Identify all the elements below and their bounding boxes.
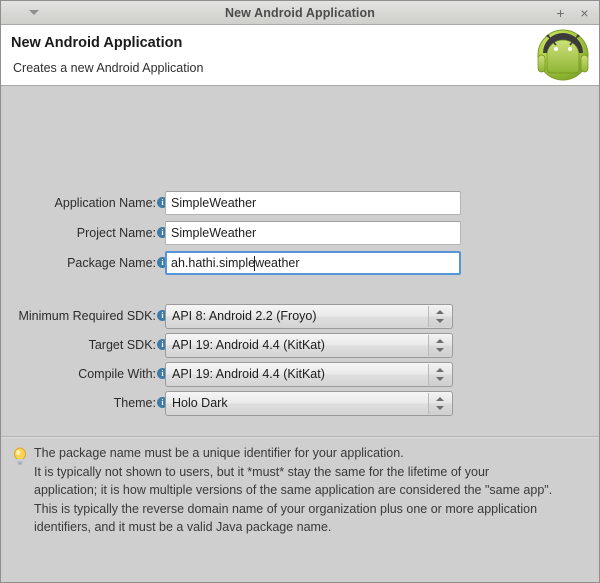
project-name-label: Project Name:	[76, 226, 156, 240]
package-name-input[interactable]	[165, 251, 461, 275]
spinner-arrows[interactable]	[428, 393, 451, 414]
minimum-required-sdk-label: Minimum Required SDK:	[18, 309, 156, 323]
target-sdk-value: API 19: Android 4.4 (KitKat)	[172, 338, 325, 352]
theme-select[interactable]: Holo Dark	[165, 391, 453, 416]
maximize-icon[interactable]: +	[554, 6, 567, 20]
spinner-arrows[interactable]	[428, 364, 451, 385]
spinner-arrows[interactable]	[428, 306, 451, 327]
application-name-input[interactable]	[165, 191, 461, 215]
hint-separator	[1, 436, 599, 437]
minimum-required-sdk-value: API 8: Android 2.2 (Froyo)	[172, 309, 317, 323]
package-name-label: Package Name:	[67, 256, 156, 270]
application-name-label: Application Name:	[54, 196, 156, 210]
android-robot-icon	[537, 29, 589, 81]
hint-line: The package name must be a unique identi…	[34, 446, 404, 460]
chevron-down-icon	[436, 377, 444, 381]
spinner-arrows[interactable]	[428, 335, 451, 356]
theme-label: Theme:	[113, 396, 156, 410]
dialog-header: New Android Application Creates a new An…	[1, 25, 599, 86]
field-row-theme: Theme: i Holo Dark	[1, 391, 599, 416]
window-titlebar: New Android Application + ×	[1, 1, 599, 25]
dialog-body: Application Name: i Project Name: i Pack…	[1, 86, 599, 582]
chevron-up-icon	[436, 397, 444, 401]
new-android-application-dialog: New Android Application + × New Android …	[0, 0, 600, 583]
compile-with-value: API 19: Android 4.4 (KitKat)	[172, 367, 325, 381]
page-title: New Android Application	[11, 35, 183, 51]
window-controls: + ×	[554, 1, 591, 25]
compile-with-select[interactable]: API 19: Android 4.4 (KitKat)	[165, 362, 453, 387]
window-title: New Android Application	[225, 5, 375, 20]
minimum-required-sdk-select[interactable]: API 8: Android 2.2 (Froyo)	[165, 304, 453, 329]
project-name-input[interactable]	[165, 221, 461, 245]
text-caret	[254, 256, 255, 271]
compile-with-label: Compile With:	[78, 367, 156, 381]
lightbulb-icon	[14, 447, 26, 465]
field-row-package-name: Package Name: i	[1, 251, 599, 275]
chevron-down-icon	[436, 319, 444, 323]
chevron-down-icon	[436, 406, 444, 410]
chevron-up-icon	[436, 368, 444, 372]
hint-line: application; it is how multiple versions…	[34, 483, 553, 498]
hint-line: It is typically not shown to users, but …	[34, 464, 490, 479]
target-sdk-select[interactable]: API 19: Android 4.4 (KitKat)	[165, 333, 453, 358]
hint-line: identifiers, and it must be a valid Java…	[34, 520, 332, 535]
page-subtitle: Creates a new Android Application	[13, 61, 204, 75]
close-icon[interactable]: ×	[578, 6, 591, 20]
theme-value: Holo Dark	[172, 396, 228, 410]
hint-line: This is typically the reverse domain nam…	[34, 501, 538, 516]
field-row-application-name: Application Name: i	[1, 191, 599, 215]
hint-text: The package name must be a unique identi…	[34, 444, 579, 537]
target-sdk-label: Target SDK:	[88, 338, 156, 352]
chevron-up-icon	[436, 310, 444, 314]
field-row-minimum-required-sdk: Minimum Required SDK: i API 8: Android 2…	[1, 304, 599, 329]
chevron-up-icon	[436, 339, 444, 343]
field-row-compile-with: Compile With: i API 19: Android 4.4 (Kit…	[1, 362, 599, 387]
field-row-target-sdk: Target SDK: i API 19: Android 4.4 (KitKa…	[1, 333, 599, 358]
chevron-down-icon	[436, 348, 444, 352]
field-row-project-name: Project Name: i	[1, 221, 599, 245]
